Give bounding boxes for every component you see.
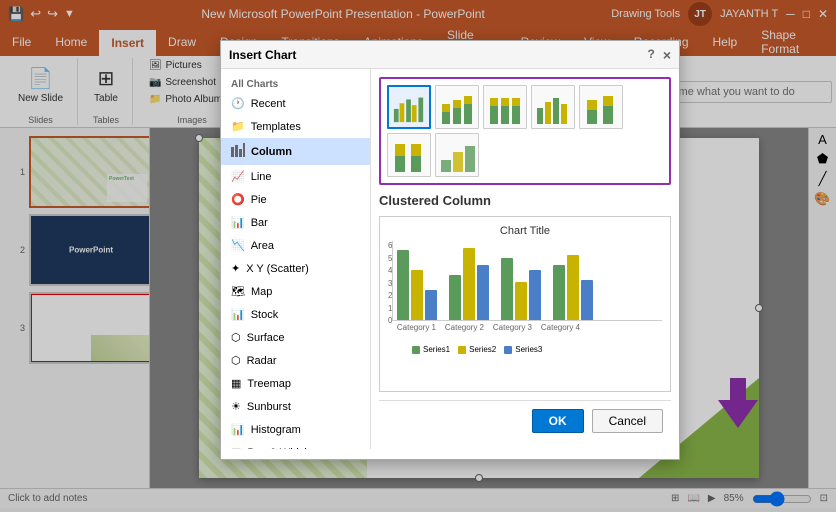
cat1-series1-bar bbox=[397, 250, 409, 320]
bar-chart-item[interactable]: 📊 Bar bbox=[221, 211, 370, 234]
pie-chart-item[interactable]: ⭕ Pie bbox=[221, 188, 370, 211]
dialog-help-btn[interactable]: ? bbox=[647, 47, 654, 63]
line-icon: 📈 bbox=[231, 170, 245, 183]
ok-button[interactable]: OK bbox=[532, 409, 584, 433]
area-icon: 📉 bbox=[231, 239, 245, 252]
dialog-footer: OK Cancel bbox=[379, 400, 671, 441]
legend-series3: Series3 bbox=[504, 345, 542, 354]
templates-icon: 📁 bbox=[231, 120, 245, 133]
surface-chart-item[interactable]: ⬡ Surface bbox=[221, 326, 370, 349]
chart-preview: Chart Title 6 5 4 3 2 1 0 bbox=[379, 216, 671, 392]
dialog-titlebar: Insert Chart ? × bbox=[221, 41, 679, 69]
chart-name-label: Clustered Column bbox=[379, 193, 671, 208]
chart-type-3d-stacked-column[interactable] bbox=[579, 85, 623, 129]
legend-series1: Series1 bbox=[412, 345, 450, 354]
x-label-cat4: Category 4 bbox=[540, 323, 580, 332]
x-label-cat2: Category 2 bbox=[444, 323, 484, 332]
scatter-chart-item[interactable]: ✦ X Y (Scatter) bbox=[221, 257, 370, 280]
category-2-bars bbox=[449, 248, 489, 320]
line-chart-item[interactable]: 📈 Line bbox=[221, 165, 370, 188]
chart-type-3d-100stacked-column[interactable] bbox=[387, 133, 431, 177]
cat2-series2-bar bbox=[463, 248, 475, 320]
chart-list-panel: All Charts 🕐 Recent 📁 Templates Column � bbox=[221, 69, 371, 449]
cat2-series1-bar bbox=[449, 275, 461, 320]
histogram-chart-item[interactable]: 📊 Histogram bbox=[221, 418, 370, 441]
chart-type-3d-clustered-column[interactable] bbox=[531, 85, 575, 129]
category-4-bars bbox=[553, 255, 593, 320]
category-3-bars bbox=[501, 258, 541, 320]
stock-icon: 📊 bbox=[231, 308, 245, 321]
preview-chart-bars bbox=[392, 241, 662, 321]
cat2-series3-bar bbox=[477, 265, 489, 320]
legend-series2: Series2 bbox=[458, 345, 496, 354]
radar-chart-item[interactable]: ⬡ Radar bbox=[221, 349, 370, 372]
stock-chart-item[interactable]: 📊 Stock bbox=[221, 303, 370, 326]
boxwhisker-icon: ▥ bbox=[231, 446, 241, 449]
recent-item[interactable]: 🕐 Recent bbox=[221, 92, 370, 115]
x-label-cat3: Category 3 bbox=[492, 323, 532, 332]
all-charts-header: All Charts bbox=[221, 75, 370, 92]
column-chart-item[interactable]: Column bbox=[221, 138, 370, 165]
bar-icon: 📊 bbox=[231, 216, 245, 229]
dialog-body: All Charts 🕐 Recent 📁 Templates Column � bbox=[221, 69, 679, 449]
cat3-series3-bar bbox=[529, 270, 541, 320]
preview-title: Chart Title bbox=[388, 225, 662, 237]
x-axis-labels: Category 1 Category 2 Category 3 Categor… bbox=[392, 323, 662, 332]
pie-icon: ⭕ bbox=[231, 193, 245, 206]
cancel-button[interactable]: Cancel bbox=[592, 409, 663, 433]
recent-icon: 🕐 bbox=[231, 97, 245, 110]
dialog-title: Insert Chart bbox=[229, 48, 296, 62]
boxwhisker-chart-item[interactable]: ▥ Box & Whisker bbox=[221, 441, 370, 449]
surface-icon: ⬡ bbox=[231, 331, 241, 344]
area-chart-item[interactable]: 📉 Area bbox=[221, 234, 370, 257]
cat4-series3-bar bbox=[581, 280, 593, 320]
chart-type-100stacked-column[interactable] bbox=[483, 85, 527, 129]
dialog-overlay: Insert Chart ? × All Charts 🕐 Recent 📁 T… bbox=[0, 0, 836, 512]
treemap-icon: ▦ bbox=[231, 377, 241, 390]
cat1-series2-bar bbox=[411, 270, 423, 320]
cat4-series1-bar bbox=[553, 265, 565, 320]
chart-legend: Series1 Series2 Series3 bbox=[388, 345, 662, 354]
column-icon bbox=[231, 143, 245, 160]
cat3-series1-bar bbox=[501, 258, 513, 320]
chart-type-gallery bbox=[379, 77, 671, 185]
templates-item[interactable]: 📁 Templates bbox=[221, 115, 370, 138]
sunburst-chart-item[interactable]: ☀ Sunburst bbox=[221, 395, 370, 418]
treemap-chart-item[interactable]: ▦ Treemap bbox=[221, 372, 370, 395]
x-label-cat1: Category 1 bbox=[396, 323, 436, 332]
category-1-bars bbox=[397, 250, 437, 320]
cat4-series2-bar bbox=[567, 255, 579, 320]
chart-type-clustered-column[interactable] bbox=[387, 85, 431, 129]
scatter-icon: ✦ bbox=[231, 262, 240, 275]
chart-type-stacked-column[interactable] bbox=[435, 85, 479, 129]
dialog-close-btn[interactable]: × bbox=[663, 47, 671, 63]
chart-type-3d-column[interactable] bbox=[435, 133, 479, 177]
insert-chart-dialog: Insert Chart ? × All Charts 🕐 Recent 📁 T… bbox=[220, 40, 680, 460]
radar-icon: ⬡ bbox=[231, 354, 241, 367]
histogram-icon: 📊 bbox=[231, 423, 245, 436]
cat1-series3-bar bbox=[425, 290, 437, 320]
map-icon: 🗺 bbox=[231, 285, 245, 298]
sunburst-icon: ☀ bbox=[231, 400, 241, 413]
chart-right-panel: Clustered Column Chart Title 6 5 4 3 2 1 bbox=[371, 69, 679, 449]
cat3-series2-bar bbox=[515, 282, 527, 320]
map-chart-item[interactable]: 🗺 Map bbox=[221, 280, 370, 303]
